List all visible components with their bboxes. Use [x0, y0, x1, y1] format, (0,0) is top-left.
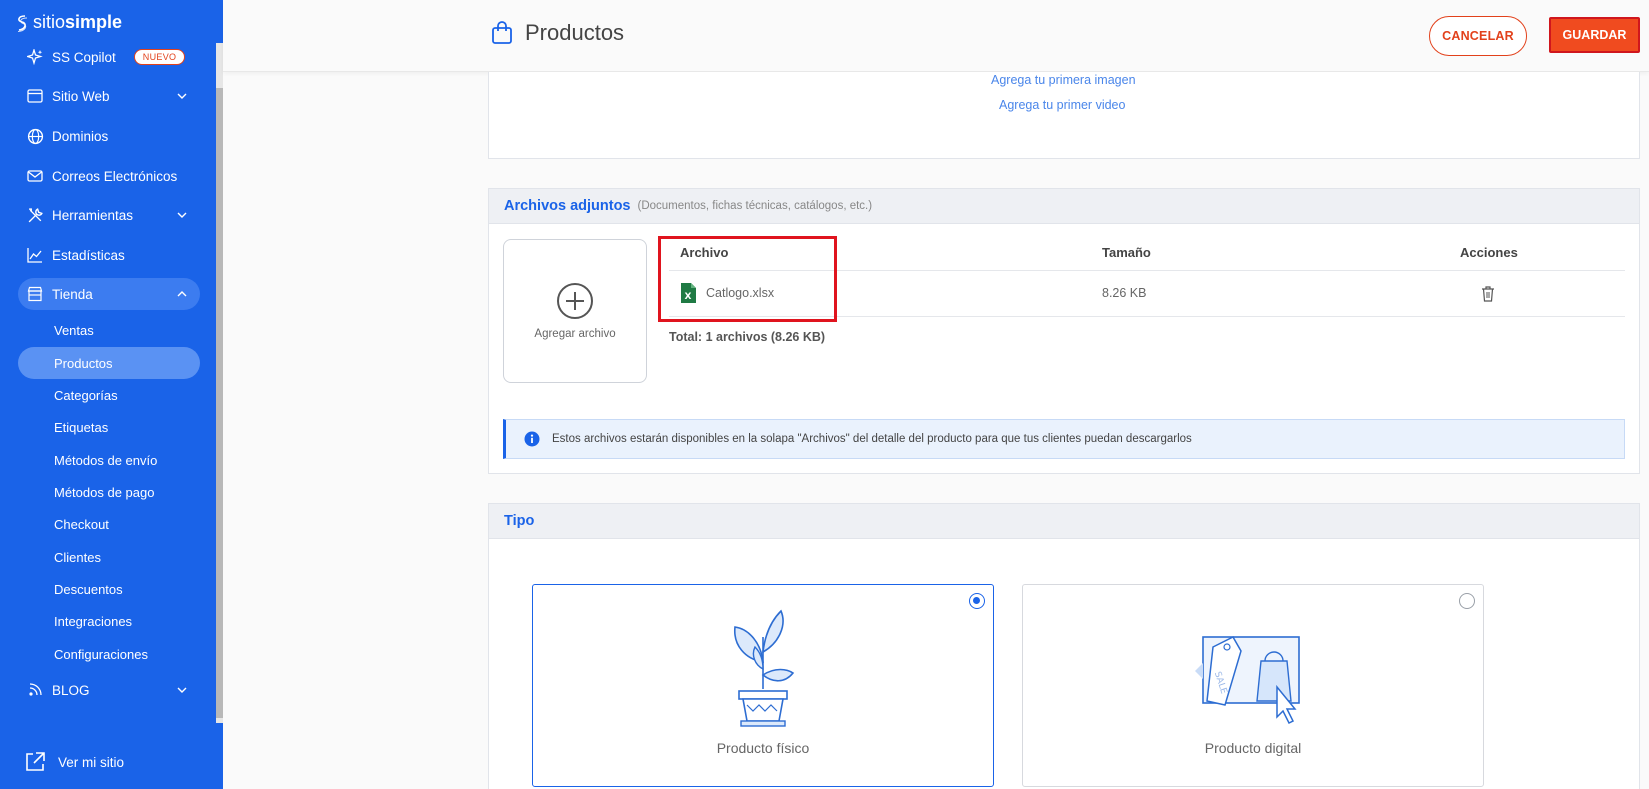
sidebar-sub-productos[interactable]: Productos	[18, 347, 200, 379]
sidebar-item-label: BLOG	[52, 682, 90, 698]
sidebar-item-dominios[interactable]: Dominios	[18, 120, 200, 152]
sidebar-item-blog[interactable]: BLOG	[18, 674, 200, 706]
sidebar-sub-label: Descuentos	[54, 581, 123, 597]
sidebar-sub-label: Clientes	[54, 549, 101, 565]
plus-circle-icon	[557, 283, 593, 319]
attachments-title: Archivos adjuntos	[504, 198, 631, 214]
add-file-button[interactable]: Agregar archivo	[503, 239, 647, 383]
sidebar-item-label: Tienda	[52, 286, 93, 302]
browser-icon	[26, 87, 44, 105]
type-title: Tipo	[504, 513, 535, 529]
sidebar-sub-clientes[interactable]: Clientes	[18, 541, 200, 573]
add-video-link[interactable]: Agrega tu primer video	[999, 98, 1125, 112]
trash-icon[interactable]	[1481, 286, 1495, 302]
sidebar-sub-label: Ventas	[54, 322, 94, 338]
sidebar-item-correos[interactable]: Correos Electrónicos	[18, 160, 200, 192]
chevron-up-icon	[177, 291, 187, 297]
sidebar-sub-metodos-pago[interactable]: Métodos de pago	[18, 476, 200, 508]
mail-icon	[26, 167, 44, 185]
tools-icon	[26, 206, 44, 224]
view-site-link[interactable]: Ver mi sitio	[24, 751, 124, 773]
sidebar-item-label: Sitio Web	[52, 88, 110, 104]
attachments-header: Archivos adjuntos (Documentos, fichas té…	[489, 189, 1639, 224]
sidebar-sub-label: Categorías	[54, 387, 118, 403]
sidebar-sub-metodos-envio[interactable]: Métodos de envío	[18, 444, 200, 476]
top-header: Productos CANCELAR GUARDAR	[223, 0, 1649, 72]
brand-logo[interactable]: sitio simple	[15, 12, 122, 33]
globe-icon	[26, 127, 44, 145]
sidebar: sitio simple SS Copilot NUEVO Sitio Web D…	[0, 0, 223, 789]
attachments-subtitle: (Documentos, fichas técnicas, catálogos,…	[637, 200, 873, 212]
sidebar-sub-label: Productos	[54, 355, 113, 371]
chevron-down-icon	[177, 212, 187, 218]
scrollbar-thumb[interactable]	[216, 88, 223, 718]
sidebar-sub-label: Métodos de pago	[54, 484, 155, 500]
info-text: Estos archivos estarán disponibles en la…	[552, 433, 1192, 445]
column-header-tamano: Tamaño	[1102, 245, 1151, 260]
info-notice: Estos archivos estarán disponibles en la…	[503, 419, 1625, 459]
sidebar-item-sitio-web[interactable]: Sitio Web	[18, 80, 200, 112]
sidebar-sub-ventas[interactable]: Ventas	[18, 314, 200, 346]
chevron-down-icon	[177, 687, 187, 693]
radio-digital[interactable]	[1459, 593, 1475, 609]
sidebar-scrollbar[interactable]	[216, 43, 223, 723]
sidebar-item-estadisticas[interactable]: Estadísticas	[18, 239, 200, 271]
sidebar-sub-descuentos[interactable]: Descuentos	[18, 573, 200, 605]
sidebar-sub-label: Métodos de envío	[54, 452, 158, 468]
sidebar-sub-configuraciones[interactable]: Configuraciones	[18, 638, 200, 670]
attachments-total: Total: 1 archivos (8.26 KB)	[669, 330, 826, 344]
sidebar-sub-categorias[interactable]: Categorías	[18, 379, 200, 411]
sidebar-item-copilot[interactable]: SS Copilot NUEVO	[18, 41, 200, 73]
view-site-label: Ver mi sitio	[58, 754, 125, 770]
sidebar-sub-integraciones[interactable]: Integraciones	[18, 605, 200, 637]
page-title-text: Productos	[525, 20, 625, 45]
add-file-label: Agregar archivo	[534, 328, 616, 340]
type-option-digital[interactable]: SALE Producto digital	[1022, 584, 1484, 787]
store-icon	[26, 285, 44, 303]
sidebar-sub-checkout[interactable]: Checkout	[18, 508, 200, 540]
new-badge: NUEVO	[133, 49, 186, 65]
type-option-physical[interactable]: Producto físico	[532, 584, 994, 787]
logo-text-bold: simple	[65, 12, 123, 32]
type-option-label: Producto físico	[716, 740, 810, 756]
page-title: Productos	[491, 20, 624, 46]
sparkle-icon	[26, 48, 44, 66]
column-header-acciones: Acciones	[1460, 245, 1518, 260]
cancel-button[interactable]: CANCELAR	[1429, 16, 1527, 56]
type-header: Tipo	[489, 504, 1639, 539]
sidebar-sub-label: Configuraciones	[54, 646, 148, 662]
sidebar-item-herramientas[interactable]: Herramientas	[18, 199, 200, 231]
sidebar-sub-label: Checkout	[54, 516, 109, 532]
sidebar-sub-etiquetas[interactable]: Etiquetas	[18, 411, 200, 443]
digital-sale-icon: SALE	[1195, 636, 1300, 725]
sidebar-sub-label: Integraciones	[54, 613, 133, 629]
logo-mark-icon	[17, 14, 28, 32]
type-option-label: Producto digital	[1204, 740, 1302, 756]
chart-icon	[26, 246, 44, 264]
sidebar-item-label: SS Copilot	[52, 49, 116, 65]
sidebar-item-label: Herramientas	[52, 207, 134, 223]
save-button[interactable]: GUARDAR	[1549, 17, 1640, 53]
file-size: 8.26 KB	[1102, 286, 1147, 300]
info-icon	[524, 431, 540, 447]
shopping-bag-icon	[492, 21, 512, 44]
highlight-annotation	[658, 236, 837, 322]
logo-text-thin: sitio	[33, 12, 66, 32]
plant-pot-icon	[734, 609, 795, 727]
add-image-link[interactable]: Agrega tu primera imagen	[991, 73, 1136, 87]
sidebar-item-label: Dominios	[52, 128, 109, 144]
chevron-down-icon	[177, 93, 187, 99]
radio-physical[interactable]	[969, 593, 985, 609]
sidebar-item-tienda[interactable]: Tienda	[18, 278, 200, 310]
sidebar-item-label: Estadísticas	[52, 247, 125, 263]
sidebar-item-label: Correos Electrónicos	[52, 168, 178, 184]
sidebar-sub-label: Etiquetas	[54, 419, 109, 435]
blog-icon	[26, 681, 44, 699]
external-link-icon	[24, 751, 46, 773]
